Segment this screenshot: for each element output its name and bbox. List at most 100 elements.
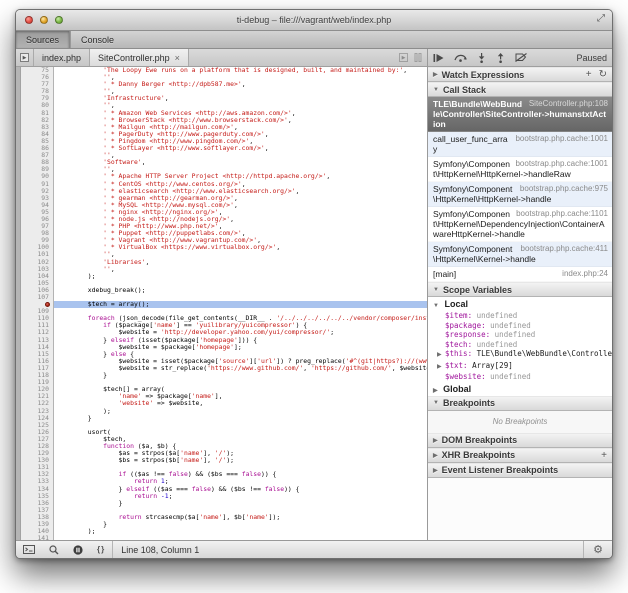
line-number-gutter[interactable]: 84 bbox=[21, 131, 54, 138]
line-number-gutter[interactable]: 93 bbox=[21, 195, 54, 202]
code-line: 106 xdebug_break(); bbox=[21, 287, 427, 294]
chevron-right-icon: ▶ bbox=[433, 437, 438, 444]
line-number-gutter[interactable]: 85 bbox=[21, 138, 54, 145]
code-text: ); bbox=[54, 273, 427, 280]
line-number-gutter[interactable]: 91 bbox=[21, 181, 54, 188]
breakpoints-header[interactable]: ▼ Breakpoints bbox=[428, 396, 612, 411]
expand-icon[interactable]: ▶ bbox=[437, 363, 445, 373]
line-number-gutter[interactable]: 78 bbox=[21, 88, 54, 95]
toggle-breakpoints-button[interactable] bbox=[515, 53, 527, 62]
dom-breakpoints-header[interactable]: ▶ DOM Breakpoints bbox=[428, 433, 612, 448]
line-number-gutter[interactable]: 92 bbox=[21, 188, 54, 195]
code-line: $tech = array(); bbox=[21, 301, 427, 308]
variable-value: TLE\Bundle\WebBundle\Controller\SiteCont… bbox=[477, 349, 612, 358]
scope-variables-header[interactable]: ▼ Scope Variables bbox=[428, 282, 612, 297]
line-number-gutter[interactable]: 80 bbox=[21, 102, 54, 109]
call-stack-frame[interactable]: bootstrap.php.cache:975Symfony\Component… bbox=[428, 182, 612, 207]
line-number-gutter[interactable]: 94 bbox=[21, 202, 54, 209]
scope-variable[interactable]: $website: undefined bbox=[428, 372, 612, 382]
call-stack-frame[interactable]: index.php:24[main] bbox=[428, 267, 612, 282]
line-number-gutter[interactable]: 95 bbox=[21, 209, 54, 216]
line-number-gutter[interactable]: 107 bbox=[21, 294, 54, 301]
line-number-gutter[interactable]: 75 bbox=[21, 67, 54, 74]
call-stack-frame[interactable]: bootstrap.php.cache:411Symfony\Component… bbox=[428, 242, 612, 267]
step-over-button[interactable] bbox=[454, 53, 467, 62]
navigator-toggle-button[interactable]: ▶ bbox=[16, 49, 34, 66]
pretty-print-button[interactable]: {} bbox=[90, 545, 112, 554]
code-text: } bbox=[54, 372, 427, 379]
scope-variable[interactable]: $response: undefined bbox=[428, 330, 612, 340]
line-number-gutter[interactable]: 82 bbox=[21, 117, 54, 124]
code-line: 102 'Libraries', bbox=[21, 259, 427, 266]
fullscreen-icon[interactable]: ⤢ bbox=[597, 13, 605, 24]
code-line: 125 bbox=[21, 422, 427, 429]
chevron-right-icon: ▶ bbox=[433, 388, 438, 394]
line-number-gutter[interactable]: 77 bbox=[21, 81, 54, 88]
search-icon[interactable] bbox=[42, 545, 66, 555]
variable-name: $this: bbox=[445, 349, 477, 358]
code-text: ' * SoftLayer <http://www.softlayer.com/… bbox=[54, 145, 427, 152]
line-number-gutter[interactable]: 81 bbox=[21, 110, 54, 117]
line-number-gutter[interactable]: 76 bbox=[21, 74, 54, 81]
pane-toggle-icon[interactable]: ▶ bbox=[399, 53, 408, 62]
step-out-button[interactable] bbox=[496, 53, 505, 63]
window-title: ti-debug – file:///vagrant/web/index.php bbox=[16, 15, 612, 25]
call-stack-frame[interactable]: bootstrap.php.cache:1001call_user_func_a… bbox=[428, 132, 612, 157]
variable-name: $txt: bbox=[445, 361, 472, 370]
line-number-gutter[interactable]: 97 bbox=[21, 223, 54, 230]
code-text: $bs = strpos($b['name'], '/'); bbox=[54, 457, 427, 464]
code-line: 132 if (($as !== false) && ($bs === fals… bbox=[21, 471, 427, 478]
expand-icon[interactable]: ▶ bbox=[437, 351, 445, 361]
scope-variable[interactable]: $package: undefined bbox=[428, 321, 612, 331]
line-number-gutter[interactable]: 96 bbox=[21, 216, 54, 223]
line-number-gutter[interactable]: 89 bbox=[21, 166, 54, 173]
source-editor[interactable]: 75 'The Loopy Ewe runs on a platform tha… bbox=[16, 67, 427, 540]
scope-global-group[interactable]: ▶ Global bbox=[428, 382, 612, 396]
add-xhr-breakpoint-button[interactable]: + bbox=[601, 450, 607, 461]
code-text: ' * Danny Berger <http://dpb587.me>', bbox=[54, 81, 427, 88]
file-tab-index-php[interactable]: index.php bbox=[34, 49, 90, 66]
scope-variable[interactable]: $tech: undefined bbox=[428, 340, 612, 350]
scope-variable[interactable]: $item: undefined bbox=[428, 311, 612, 321]
editor-pane: ▶ index.php SiteController.php × ▶ 75 bbox=[16, 49, 427, 540]
variable-value: undefined bbox=[477, 340, 518, 349]
line-number-gutter[interactable]: 141 bbox=[21, 535, 54, 540]
add-watch-button[interactable]: + bbox=[586, 69, 592, 80]
line-number-gutter[interactable]: 86 bbox=[21, 145, 54, 152]
console-toggle-icon[interactable] bbox=[16, 545, 42, 554]
column-view-icon[interactable] bbox=[414, 53, 422, 62]
line-number-gutter[interactable]: 90 bbox=[21, 173, 54, 180]
scope-variable[interactable]: ▶$txt: Array[29] bbox=[428, 361, 612, 373]
event-listener-breakpoints-header[interactable]: ▶ Event Listener Breakpoints bbox=[428, 463, 612, 478]
call-stack-frame[interactable]: SiteController.php:108TLE\Bundle\WebBund… bbox=[428, 97, 612, 132]
code-text: ' * nginx <http://nginx.org/>', bbox=[54, 209, 427, 216]
step-into-button[interactable] bbox=[477, 53, 486, 63]
titlebar: ti-debug – file:///vagrant/web/index.php… bbox=[16, 10, 612, 31]
line-number-gutter[interactable]: 83 bbox=[21, 124, 54, 131]
scope-local-group[interactable]: ▼ Local bbox=[428, 297, 612, 311]
code-line: 141 bbox=[21, 535, 427, 540]
pause-on-exceptions-button[interactable] bbox=[66, 545, 90, 555]
call-stack-frame[interactable]: bootstrap.php.cache:1001Symfony\Componen… bbox=[428, 157, 612, 182]
chevron-right-icon: ▶ bbox=[433, 452, 438, 459]
watch-expressions-header[interactable]: ▶ Watch Expressions + ↻ bbox=[428, 67, 612, 82]
close-tab-icon[interactable]: × bbox=[175, 53, 180, 63]
tab-console[interactable]: Console bbox=[71, 31, 124, 48]
tab-sources[interactable]: Sources bbox=[16, 31, 70, 48]
xhr-breakpoints-header[interactable]: ▶ XHR Breakpoints + bbox=[428, 448, 612, 463]
scope-variable[interactable]: ▶$this: TLE\Bundle\WebBundle\Controller\… bbox=[428, 349, 612, 361]
call-stack-header[interactable]: ▼ Call Stack bbox=[428, 82, 612, 97]
gear-icon[interactable]: ⚙ bbox=[584, 543, 612, 556]
line-number-gutter[interactable]: 87 bbox=[21, 152, 54, 159]
continue-button[interactable] bbox=[433, 54, 444, 62]
file-tab-sitecontroller-php[interactable]: SiteController.php × bbox=[90, 49, 189, 66]
line-number-gutter[interactable]: 98 bbox=[21, 230, 54, 237]
line-number-gutter[interactable]: 88 bbox=[21, 159, 54, 166]
variable-value: Array[29] bbox=[472, 361, 513, 370]
call-stack-frame[interactable]: bootstrap.php.cache:1101Symfony\Componen… bbox=[428, 207, 612, 242]
refresh-watch-icon[interactable]: ↻ bbox=[599, 69, 607, 80]
code-text bbox=[54, 308, 427, 315]
line-number-gutter[interactable]: 79 bbox=[21, 95, 54, 102]
code-line: 90 ' * Apache HTTP Server Project <http:… bbox=[21, 173, 427, 180]
code-text: ' * Puppet <http://puppetlabs.com/>', bbox=[54, 230, 427, 237]
